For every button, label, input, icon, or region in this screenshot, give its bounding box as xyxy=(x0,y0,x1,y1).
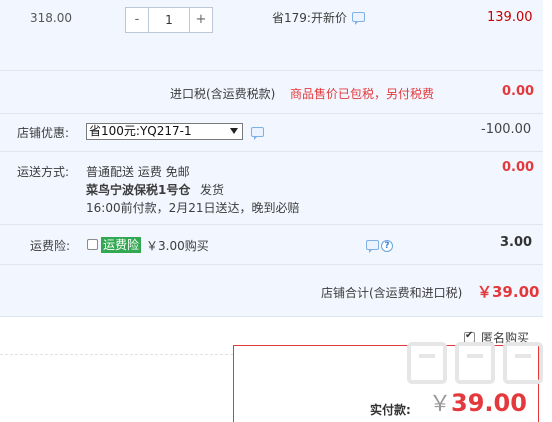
shipping-label: 运送方式: xyxy=(17,165,70,179)
anonymous-label: 匿名购买 xyxy=(481,331,530,345)
shop-discount-label: 店铺优惠: xyxy=(17,126,70,140)
divider xyxy=(0,113,543,114)
divider xyxy=(0,151,543,152)
coupon-select-value: 省100元:YQ217-1 xyxy=(89,124,192,138)
quantity-stepper[interactable]: - 1 + xyxy=(125,7,213,33)
shipping-amount: 0.00 xyxy=(502,160,535,175)
order-panel xyxy=(0,0,543,316)
minus-button[interactable]: - xyxy=(126,8,148,32)
quantity-input[interactable]: 1 xyxy=(148,8,190,32)
payment-amount: 39.00 xyxy=(451,389,527,417)
chat-icon[interactable] xyxy=(352,12,365,25)
insurance-label: 运费险: xyxy=(30,239,71,253)
import-tax-amount: 0.00 xyxy=(502,84,535,99)
divider xyxy=(0,264,543,265)
chat-icon[interactable] xyxy=(366,240,379,253)
shipping-dispatch: 发货 xyxy=(200,183,225,197)
insurance-badge: 运费险 xyxy=(101,237,142,253)
insurance-price: ￥3.00购买 xyxy=(146,239,209,253)
chat-icon[interactable] xyxy=(251,127,264,140)
shop-total-label: 店铺合计(含运费和进口税) xyxy=(321,286,463,300)
saving-text: 省179:开新价 xyxy=(272,11,347,25)
payment-currency: ￥ xyxy=(429,392,452,417)
shop-total-amount: ￥39.00 xyxy=(477,283,540,301)
divider xyxy=(0,224,543,225)
coupon-select[interactable]: 省100元:YQ217-1 xyxy=(86,123,243,140)
shipping-eta: 16:00前付款，2月21日送达，晚到必赔 xyxy=(86,201,300,215)
shipping-method: 普通配送 运费 免邮 xyxy=(86,165,190,179)
insurance-amount: 3.00 xyxy=(500,235,533,250)
divider xyxy=(0,70,543,71)
item-subtotal: 139.00 xyxy=(487,10,533,25)
anonymous-checkbox[interactable] xyxy=(464,330,475,343)
dropdown-arrow-icon xyxy=(230,128,238,134)
payment-label: 实付款: xyxy=(370,403,411,417)
shipping-warehouse: 菜鸟宁波保税1号仓 xyxy=(86,183,191,197)
unit-price: 318.00 xyxy=(30,11,72,25)
help-icon[interactable]: ? xyxy=(381,240,393,252)
import-tax-notice: 商品售价已包税，另付税费 xyxy=(290,87,435,101)
import-tax-label: 进口税(含运费税款) xyxy=(170,87,276,101)
divider xyxy=(0,316,543,317)
shop-discount-amount: -100.00 xyxy=(481,122,532,137)
plus-button[interactable]: + xyxy=(190,8,212,32)
insurance-checkbox[interactable] xyxy=(87,239,98,250)
